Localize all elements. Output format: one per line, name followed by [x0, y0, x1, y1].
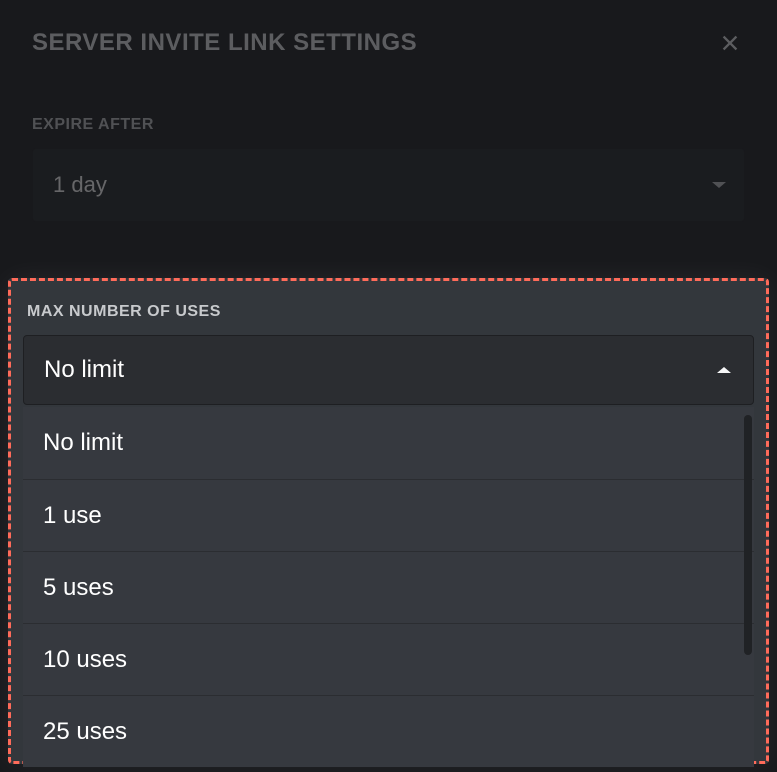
dropdown-option[interactable]: 1 use	[23, 479, 754, 551]
max-uses-dropdown: No limit 1 use 5 uses 10 uses 25 uses	[23, 407, 754, 767]
dropdown-option[interactable]: No limit	[23, 407, 754, 479]
close-icon	[719, 32, 741, 54]
expire-field: Expire after 1 day	[32, 116, 745, 222]
modal-header: Server invite link settings	[32, 28, 745, 58]
max-uses-highlighted-area: Max number of uses No limit No limit 1 u…	[8, 278, 769, 764]
dropdown-option[interactable]: 5 uses	[23, 551, 754, 623]
modal-dimmed-area: Server invite link settings Expire after…	[0, 0, 777, 222]
expire-select[interactable]: 1 day	[32, 148, 745, 222]
dropdown-option[interactable]: 10 uses	[23, 623, 754, 695]
expire-label: Expire after	[32, 116, 745, 134]
max-uses-value: No limit	[44, 356, 124, 384]
max-uses-label: Max number of uses	[27, 303, 754, 321]
expire-value: 1 day	[53, 172, 107, 198]
close-button[interactable]	[715, 28, 745, 58]
chevron-up-icon	[717, 367, 731, 373]
max-uses-select[interactable]: No limit	[23, 335, 754, 405]
chevron-down-icon	[712, 182, 726, 188]
dropdown-option[interactable]: 25 uses	[23, 695, 754, 767]
dropdown-scrollbar[interactable]	[744, 415, 752, 655]
modal-title: Server invite link settings	[32, 29, 417, 57]
